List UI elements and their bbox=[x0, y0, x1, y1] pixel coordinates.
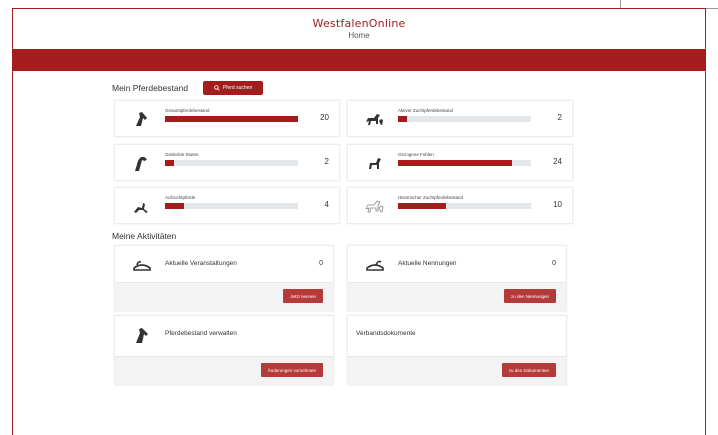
activity-footer: zu den Nennungen bbox=[348, 282, 566, 312]
activity-label: Aktuelle Veranstaltungen bbox=[165, 260, 237, 267]
activity-footer: Änderungen vornehmen bbox=[115, 356, 333, 386]
stat-progress-fill bbox=[165, 160, 175, 166]
stat-progress-track bbox=[398, 116, 531, 122]
foal-icon bbox=[369, 158, 381, 169]
saddle-icon bbox=[133, 261, 151, 271]
zu-den-dokumenten-button[interactable]: zu den Dokumenten bbox=[501, 363, 556, 377]
stat-progress-track bbox=[398, 203, 531, 209]
horse-head-icon bbox=[136, 328, 148, 343]
young-horse-icon bbox=[134, 203, 148, 213]
section-title-bestand: Mein Pferdebestand bbox=[112, 83, 189, 93]
horse-head-icon bbox=[136, 112, 147, 126]
activity-card-nennungen: Aktuelle Nennungen 0 zu den Nennungen bbox=[347, 245, 567, 312]
stat-progress-track bbox=[165, 203, 298, 209]
activity-card-veranstaltungen: Aktuelle Veranstaltungen 0 Jetzt nennen bbox=[114, 245, 334, 312]
activity-count: 0 bbox=[552, 260, 556, 267]
stat-count: 20 bbox=[320, 113, 329, 122]
stat-card-gedeckt[interactable]: Gedeckte Stuten 2 bbox=[114, 144, 340, 181]
stat-count: 24 bbox=[553, 157, 562, 166]
stat-progress-fill bbox=[398, 160, 513, 166]
stat-label: Aufzuchtpferde bbox=[165, 195, 196, 200]
stat-progress-fill bbox=[165, 116, 298, 122]
search-icon bbox=[213, 85, 220, 91]
saddle-icon bbox=[366, 260, 384, 271]
section-title-aktivitaeten: Meine Aktivitäten bbox=[112, 231, 177, 241]
stat-label: Gedeckte Stuten bbox=[165, 152, 199, 157]
stat-card-gesamt[interactable]: Gesamtpferdebestand 20 bbox=[114, 100, 340, 137]
search-horse-button[interactable]: Pferd suchen bbox=[203, 81, 263, 95]
app-title[interactable]: WestfalenOnline bbox=[13, 17, 705, 30]
mare-foal-icon bbox=[366, 114, 383, 125]
historic-horse-icon bbox=[365, 200, 384, 213]
stat-card-aktiv[interactable]: Aktiver Zuchtpferdebestand 2 bbox=[347, 100, 573, 137]
stat-progress-track bbox=[165, 116, 298, 122]
nav-bar bbox=[13, 49, 705, 71]
aenderungen-vornehmen-button[interactable]: Änderungen vornehmen bbox=[260, 363, 323, 377]
stat-card-historisch[interactable]: Historischer Zuchtpferdebestand 10 bbox=[347, 187, 573, 224]
page-title: Home bbox=[348, 31, 370, 40]
window-edge-line bbox=[620, 0, 621, 8]
mare-icon bbox=[135, 156, 147, 171]
stat-label: Aktiver Zuchtpferdebestand bbox=[398, 108, 454, 113]
search-horse-label: Pferd suchen bbox=[222, 85, 253, 91]
stat-progress-fill bbox=[398, 203, 446, 209]
app-header: WestfalenOnline Home bbox=[13, 9, 705, 49]
stat-progress-fill bbox=[165, 203, 184, 209]
stat-label: Gesamtpferdebestand bbox=[165, 108, 210, 113]
activity-count: 0 bbox=[319, 260, 323, 267]
app-frame: WestfalenOnline Home Mein Pferdebestand … bbox=[12, 8, 706, 435]
stat-count: 4 bbox=[324, 200, 329, 209]
activity-footer: Jetzt nennen bbox=[115, 282, 333, 312]
jetzt-nennen-button[interactable]: Jetzt nennen bbox=[283, 289, 323, 303]
activity-label: Verbandsdokumente bbox=[356, 330, 416, 337]
activity-card-pferdebestand: Pferdebestand verwalten Änderungen vorne… bbox=[114, 315, 334, 386]
stat-progress-track bbox=[398, 160, 531, 166]
stat-progress-fill bbox=[398, 116, 408, 122]
stat-count: 2 bbox=[557, 113, 562, 122]
activity-label: Aktuelle Nennungen bbox=[398, 260, 457, 267]
stat-count: 2 bbox=[324, 157, 329, 166]
stat-card-fohlen[interactable]: Gezogene Fohlen 24 bbox=[347, 144, 573, 181]
stat-label: Gezogene Fohlen bbox=[398, 152, 434, 157]
stat-card-aufzucht[interactable]: Aufzuchtpferde 4 bbox=[114, 187, 340, 224]
activity-footer: zu den Dokumenten bbox=[348, 356, 566, 386]
activity-card-dokumente: Verbandsdokumente zu den Dokumenten bbox=[347, 315, 567, 386]
zu-den-nennungen-button[interactable]: zu den Nennungen bbox=[503, 289, 556, 303]
activity-label: Pferdebestand verwalten bbox=[165, 330, 237, 337]
stat-progress-track bbox=[165, 160, 298, 166]
stat-count: 10 bbox=[553, 200, 562, 209]
stat-label: Historischer Zuchtpferdebestand bbox=[398, 195, 464, 200]
